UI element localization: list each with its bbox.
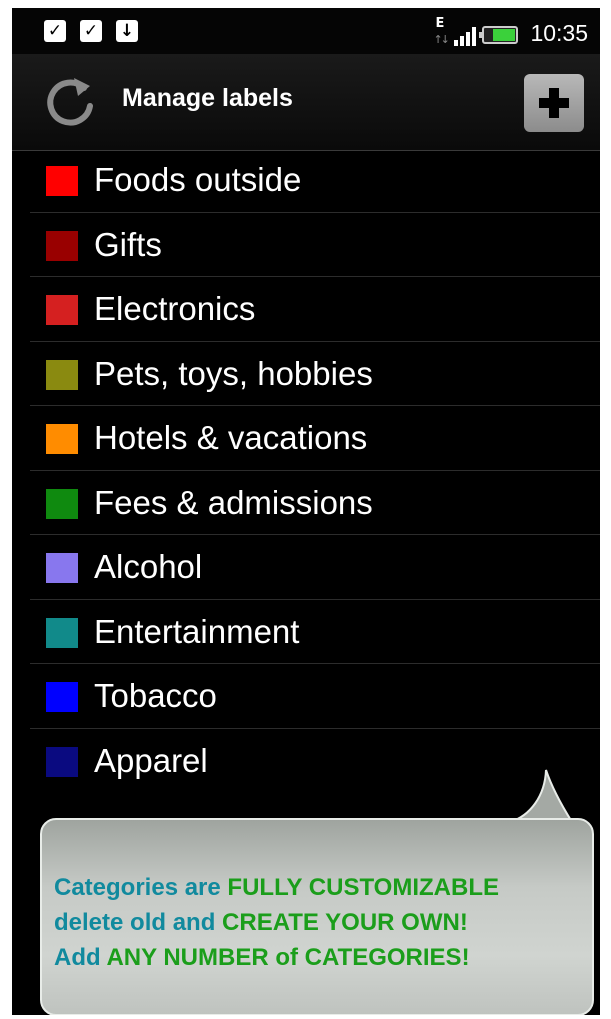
label-row[interactable]: Gifts [30,213,600,277]
add-label-button[interactable] [524,74,584,132]
battery-icon [479,25,519,44]
label-color-swatch [46,553,78,583]
promo-text: Categories are FULLY CUSTOMIZABLE delete… [54,870,584,975]
label-color-swatch [46,359,78,390]
download-bag-icon: ↓ [116,20,138,42]
label-color-swatch [46,295,78,325]
label-row[interactable]: Fees & admissions [30,471,600,535]
refresh-icon[interactable] [44,76,100,132]
label-row[interactable]: Electronics [30,277,600,342]
label-row[interactable]: Pets, toys, hobbies [30,342,600,406]
label-name: Electronics [94,290,256,327]
label-row[interactable]: Tobacco [30,664,600,729]
status-right: E ↑↓ 10:35 [432,16,588,47]
label-row[interactable]: Alcohol [30,535,600,600]
label-name: Gifts [94,225,162,263]
label-name: Alcohol [94,548,203,585]
labels-list: Foods outside Gifts Electronics Pets, toys,… [12,148,600,793]
network-type-label: E [435,15,445,31]
action-bar: Manage labels [12,54,600,151]
label-name: Entertainment [94,612,300,650]
check-bag-icon: ✓ [80,20,102,42]
label-color-swatch [46,230,78,261]
promo-line-1: Categories are FULLY CUSTOMIZABLE [54,874,499,901]
notification-icons: ✓ ✓ ↓ [44,20,138,42]
promo-bubble: Categories are FULLY CUSTOMIZABLE delete… [40,818,594,1015]
label-name: Foods outside [94,161,302,198]
label-name: Pets, toys, hobbies [94,354,373,392]
plus-icon [539,88,569,118]
phone-screen: ✓ ✓ ↓ E ↑↓ 10:35 Manage labels Foods out… [12,8,600,1015]
data-arrows-icon: ↑↓ [433,32,450,46]
status-time: 10:35 [530,20,588,46]
label-color-swatch [46,166,78,196]
label-color-swatch [46,488,78,519]
label-row[interactable]: Foods outside [30,148,600,213]
label-color-swatch [46,617,78,648]
label-row[interactable]: Hotels & vacations [30,406,600,471]
status-bar: ✓ ✓ ↓ E ↑↓ 10:35 [12,8,600,54]
promo-line-3: Add ANY NUMBER of CATEGORIES! [54,944,470,971]
label-name: Tobacco [94,677,217,714]
label-name: Hotels & vacations [94,419,368,456]
check-bag-icon: ✓ [44,20,66,42]
label-name: Fees & admissions [94,483,373,521]
label-row[interactable]: Entertainment [30,600,600,664]
promo-callout: Categories are FULLY CUSTOMIZABLE delete… [40,766,596,1015]
page-title: Manage labels [122,84,293,112]
promo-line-2: delete old and CREATE YOUR OWN! [54,909,468,936]
label-color-swatch [46,424,78,454]
network-type-icon: E ↑↓ [432,15,450,47]
signal-icon [454,26,477,46]
label-color-swatch [46,682,78,712]
